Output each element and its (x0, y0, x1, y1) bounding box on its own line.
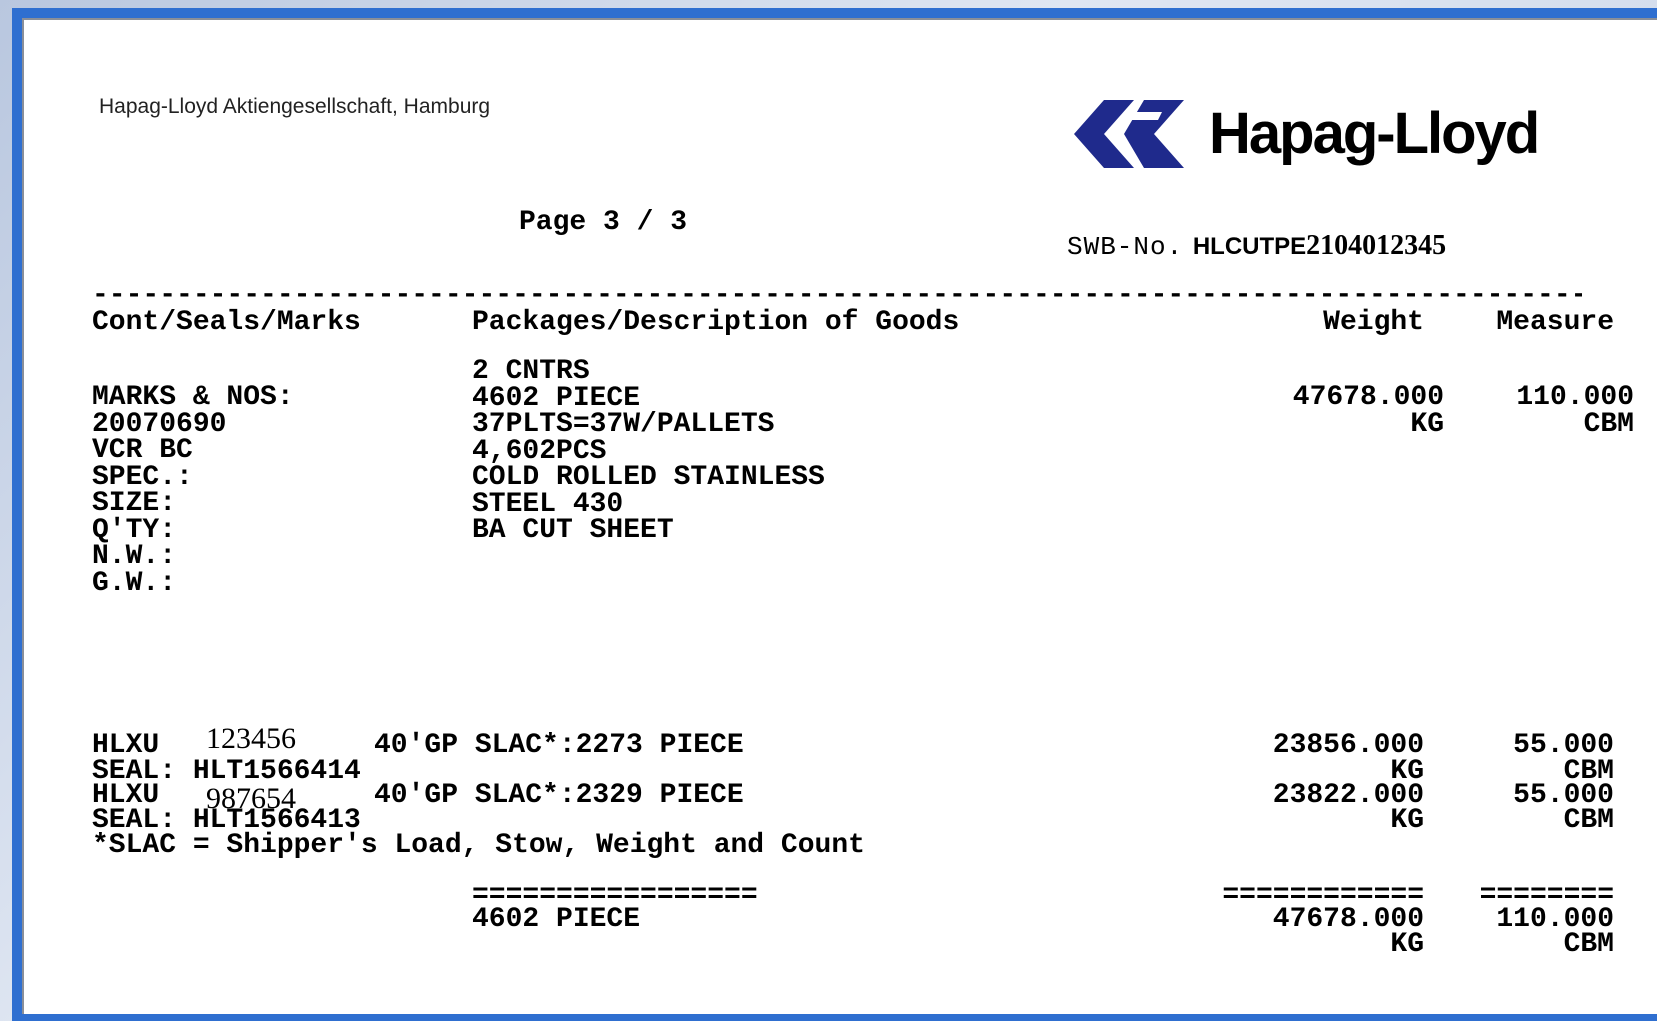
container-weight: 23856.000 (1272, 730, 1424, 761)
container-number: 123456 (206, 722, 296, 755)
hapag-lloyd-logo: Hapag-Lloyd (1074, 98, 1594, 178)
description-line: BA CUT SHEET (472, 515, 674, 546)
document-page: Hapag-Lloyd Aktiengesellschaft, Hamburg … (22, 18, 1657, 1014)
swb-label: SWB-No. (1067, 232, 1184, 262)
header-description: Packages/Description of Goods (472, 307, 960, 338)
summary-weight: 47678.000 (1272, 904, 1424, 935)
marks-line: N.W.: (92, 541, 177, 572)
swb-number-line: SWB-No. HLCUTPE2104012345 (1067, 230, 1446, 262)
header-measure: Measure (1496, 307, 1614, 338)
marks-line: SIZE: (92, 488, 177, 519)
logo-text: Hapag-Lloyd (1209, 101, 1540, 166)
swb-prefix: HLCUTPE (1192, 233, 1307, 260)
marks-line: MARKS & NOS: (92, 382, 294, 413)
header-weight: Weight (1323, 307, 1424, 338)
company-name: Hapag-Lloyd Aktiengesellschaft, Hamburg (99, 95, 491, 118)
marks-line: G.W.: (92, 567, 177, 599)
summary-weight-unit: KG (1390, 929, 1424, 960)
separator-rule: ----------------------------------------… (92, 283, 1582, 310)
summary-measure-unit: CBM (1563, 929, 1614, 960)
summary-pieces: 4602 PIECE (472, 904, 641, 935)
container-measure-unit: CBM (1563, 805, 1614, 836)
description-line: 2 CNTRS (472, 356, 590, 387)
container-description: 40'GP SLAC*:2273 PIECE (374, 730, 744, 761)
description-line: COLD ROLLED STAINLESS (472, 462, 825, 493)
total-weight-top: 47678.000 (1292, 382, 1444, 413)
description-list: 2 CNTRS 4602 PIECE 37PLTS=37W/PALLETS 4,… (472, 356, 825, 546)
container-weight-unit: KG (1390, 805, 1424, 836)
marks-line: VCR BC (92, 435, 193, 466)
swb-number: 2104012345 (1306, 230, 1447, 261)
marks-list: MARKS & NOS: 20070690 VCR BC SPEC.: SIZE… (92, 382, 294, 599)
container-description: 40'GP SLAC*:2329 PIECE (374, 780, 744, 811)
total-weight-unit-top: KG (1410, 409, 1444, 440)
logo-chevron-icon (1074, 100, 1184, 168)
page-number: Page 3 / 3 (519, 207, 688, 238)
slac-footnote: *SLAC = Shipper's Load, Stow, Weight and… (92, 830, 865, 861)
container-weight: 23822.000 (1272, 780, 1424, 811)
description-line: 37PLTS=37W/PALLETS (472, 409, 775, 440)
total-measure-top: 110.000 (1516, 382, 1634, 413)
header-marks: Cont/Seals/Marks (92, 307, 361, 338)
total-measure-unit-top: CBM (1583, 409, 1634, 440)
